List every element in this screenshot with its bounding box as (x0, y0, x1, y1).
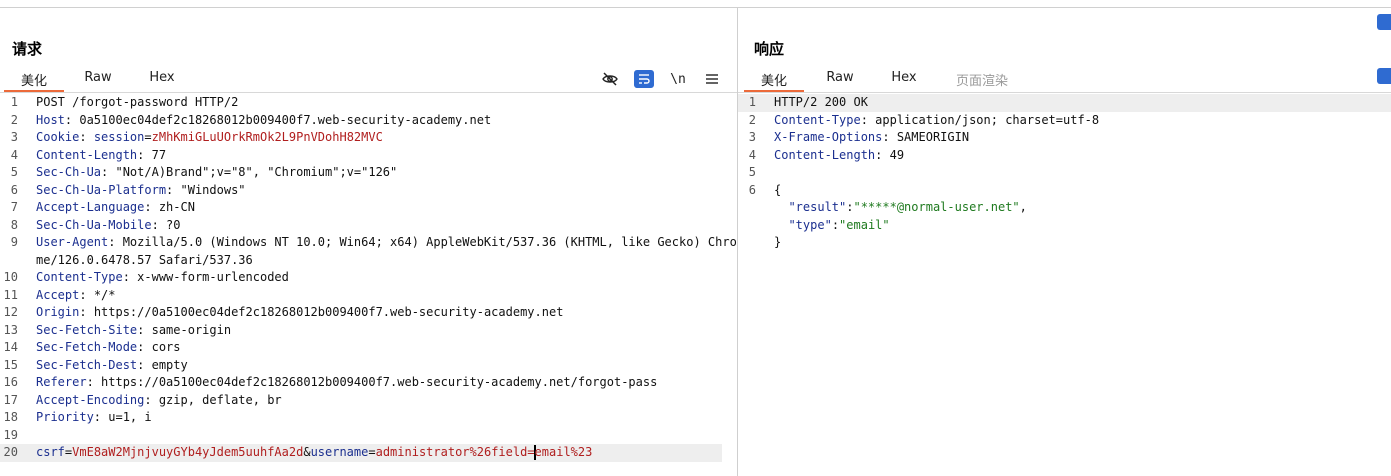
request-line-1: 1 POST /forgot-password HTTP/2 (10, 95, 239, 109)
word-wrap-icon[interactable] (634, 70, 654, 88)
request-line-18: 18 Priority: u=1, i (3, 410, 152, 424)
response-json-type: "type":"email" (788, 217, 890, 232)
request-line-3: 3 Cookie: session=zMhKmiGLuUOrkRmOk2L9Pn… (10, 130, 383, 144)
request-line-17: 17 Accept-Encoding: gzip, deflate, br (3, 392, 282, 407)
response-tab-render[interactable]: 页面渲染 (944, 70, 1020, 92)
eye-slash-icon[interactable] (600, 70, 620, 88)
response-json-result: "result":"*****@normal-user.net", (788, 200, 1027, 214)
response-line-6: 6 { (748, 182, 782, 197)
request-line-9: 9 User-Agent: Mozilla/5.0 (Windows NT 10… (10, 235, 737, 267)
request-line-2: 2 Host: 0a5100ec04def2c18268012b009400f7… (10, 112, 492, 127)
inspector-toggle-button[interactable] (1377, 14, 1391, 30)
response-line-1: 1 HTTP/2 200 OK (738, 94, 1391, 112)
response-line-4: 4 Content-Length: 49 (748, 147, 905, 162)
request-line-4: 4 Content-Length: 77 (10, 147, 167, 162)
hamburger-menu-icon-svg (706, 74, 718, 84)
request-line-6: 6 Sec-Ch-Ua-Platform: "Windows" (10, 182, 246, 197)
request-tab-raw[interactable]: Raw (70, 70, 126, 92)
request-body-line[interactable]: 20 csrf=VmE8aW2MjnjvuyGYb4yJdem5uuhfAa2d… (0, 444, 722, 462)
request-line-11: 11 Accept: */* (3, 287, 116, 302)
request-tab-pretty[interactable]: 美化 (4, 70, 64, 92)
request-line-10: 10 Content-Type: x-www-form-urlencoded (3, 270, 289, 284)
response-line-2: 2 Content-Type: application/json; charse… (748, 112, 1100, 127)
request-tab-underline (0, 92, 737, 93)
request-tab-hex[interactable]: Hex (134, 70, 190, 92)
word-wrap-icon-svg (639, 74, 650, 84)
request-line-14: 14 Sec-Fetch-Mode: cors (3, 340, 181, 354)
request-line-5: 5 Sec-Ch-Ua: "Not/A)Brand";v="8", "Chrom… (10, 165, 398, 179)
request-line-19: 19 (3, 427, 18, 442)
request-pane: 请求 美化 Raw Hex \n 1 POST /forgot-password… (0, 8, 737, 476)
hamburger-menu-icon[interactable] (702, 70, 722, 88)
top-strip (0, 0, 1391, 8)
newline-label: \n (670, 71, 686, 87)
request-editor[interactable]: 1 POST /forgot-password HTTP/2 2 Host: 0… (0, 94, 737, 476)
response-wrap-button[interactable] (1377, 68, 1391, 84)
response-tab-hex[interactable]: Hex (876, 70, 932, 92)
response-tab-pretty[interactable]: 美化 (744, 70, 804, 92)
newline-toggle-button[interactable]: \n (668, 70, 688, 88)
response-tab-underline (738, 92, 1391, 93)
request-tabs: 美化 Raw Hex (0, 68, 737, 92)
response-line-5: 5 (748, 165, 756, 179)
response-line-3: 3 X-Frame-Options: SAMEORIGIN (748, 130, 970, 144)
response-tab-raw[interactable]: Raw (812, 70, 868, 92)
request-line-13: 13 Sec-Fetch-Site: same-origin (3, 322, 232, 337)
response-tabs: 美化 Raw Hex 页面渲染 (738, 68, 1391, 92)
request-line-12: 12 Origin: https://0a5100ec04def2c182680… (3, 305, 564, 319)
response-json-close: } (774, 235, 782, 249)
response-editor[interactable]: 1 HTTP/2 200 OK 2 Content-Type: applicat… (738, 94, 1391, 476)
request-title: 请求 (12, 40, 43, 58)
request-line-15: 15 Sec-Fetch-Dest: empty (3, 357, 188, 372)
eye-slash-icon-svg (602, 72, 618, 86)
request-line-8: 8 Sec-Ch-Ua-Mobile: ?0 (10, 217, 181, 232)
response-title: 响应 (754, 40, 785, 58)
request-line-16: 16 Referer: https://0a5100ec04def2c18268… (3, 375, 658, 389)
response-pane: 响应 美化 Raw Hex 页面渲染 1 HTTP/2 200 OK 2 Con… (738, 8, 1391, 476)
request-line-7: 7 Accept-Language: zh-CN (10, 200, 195, 214)
